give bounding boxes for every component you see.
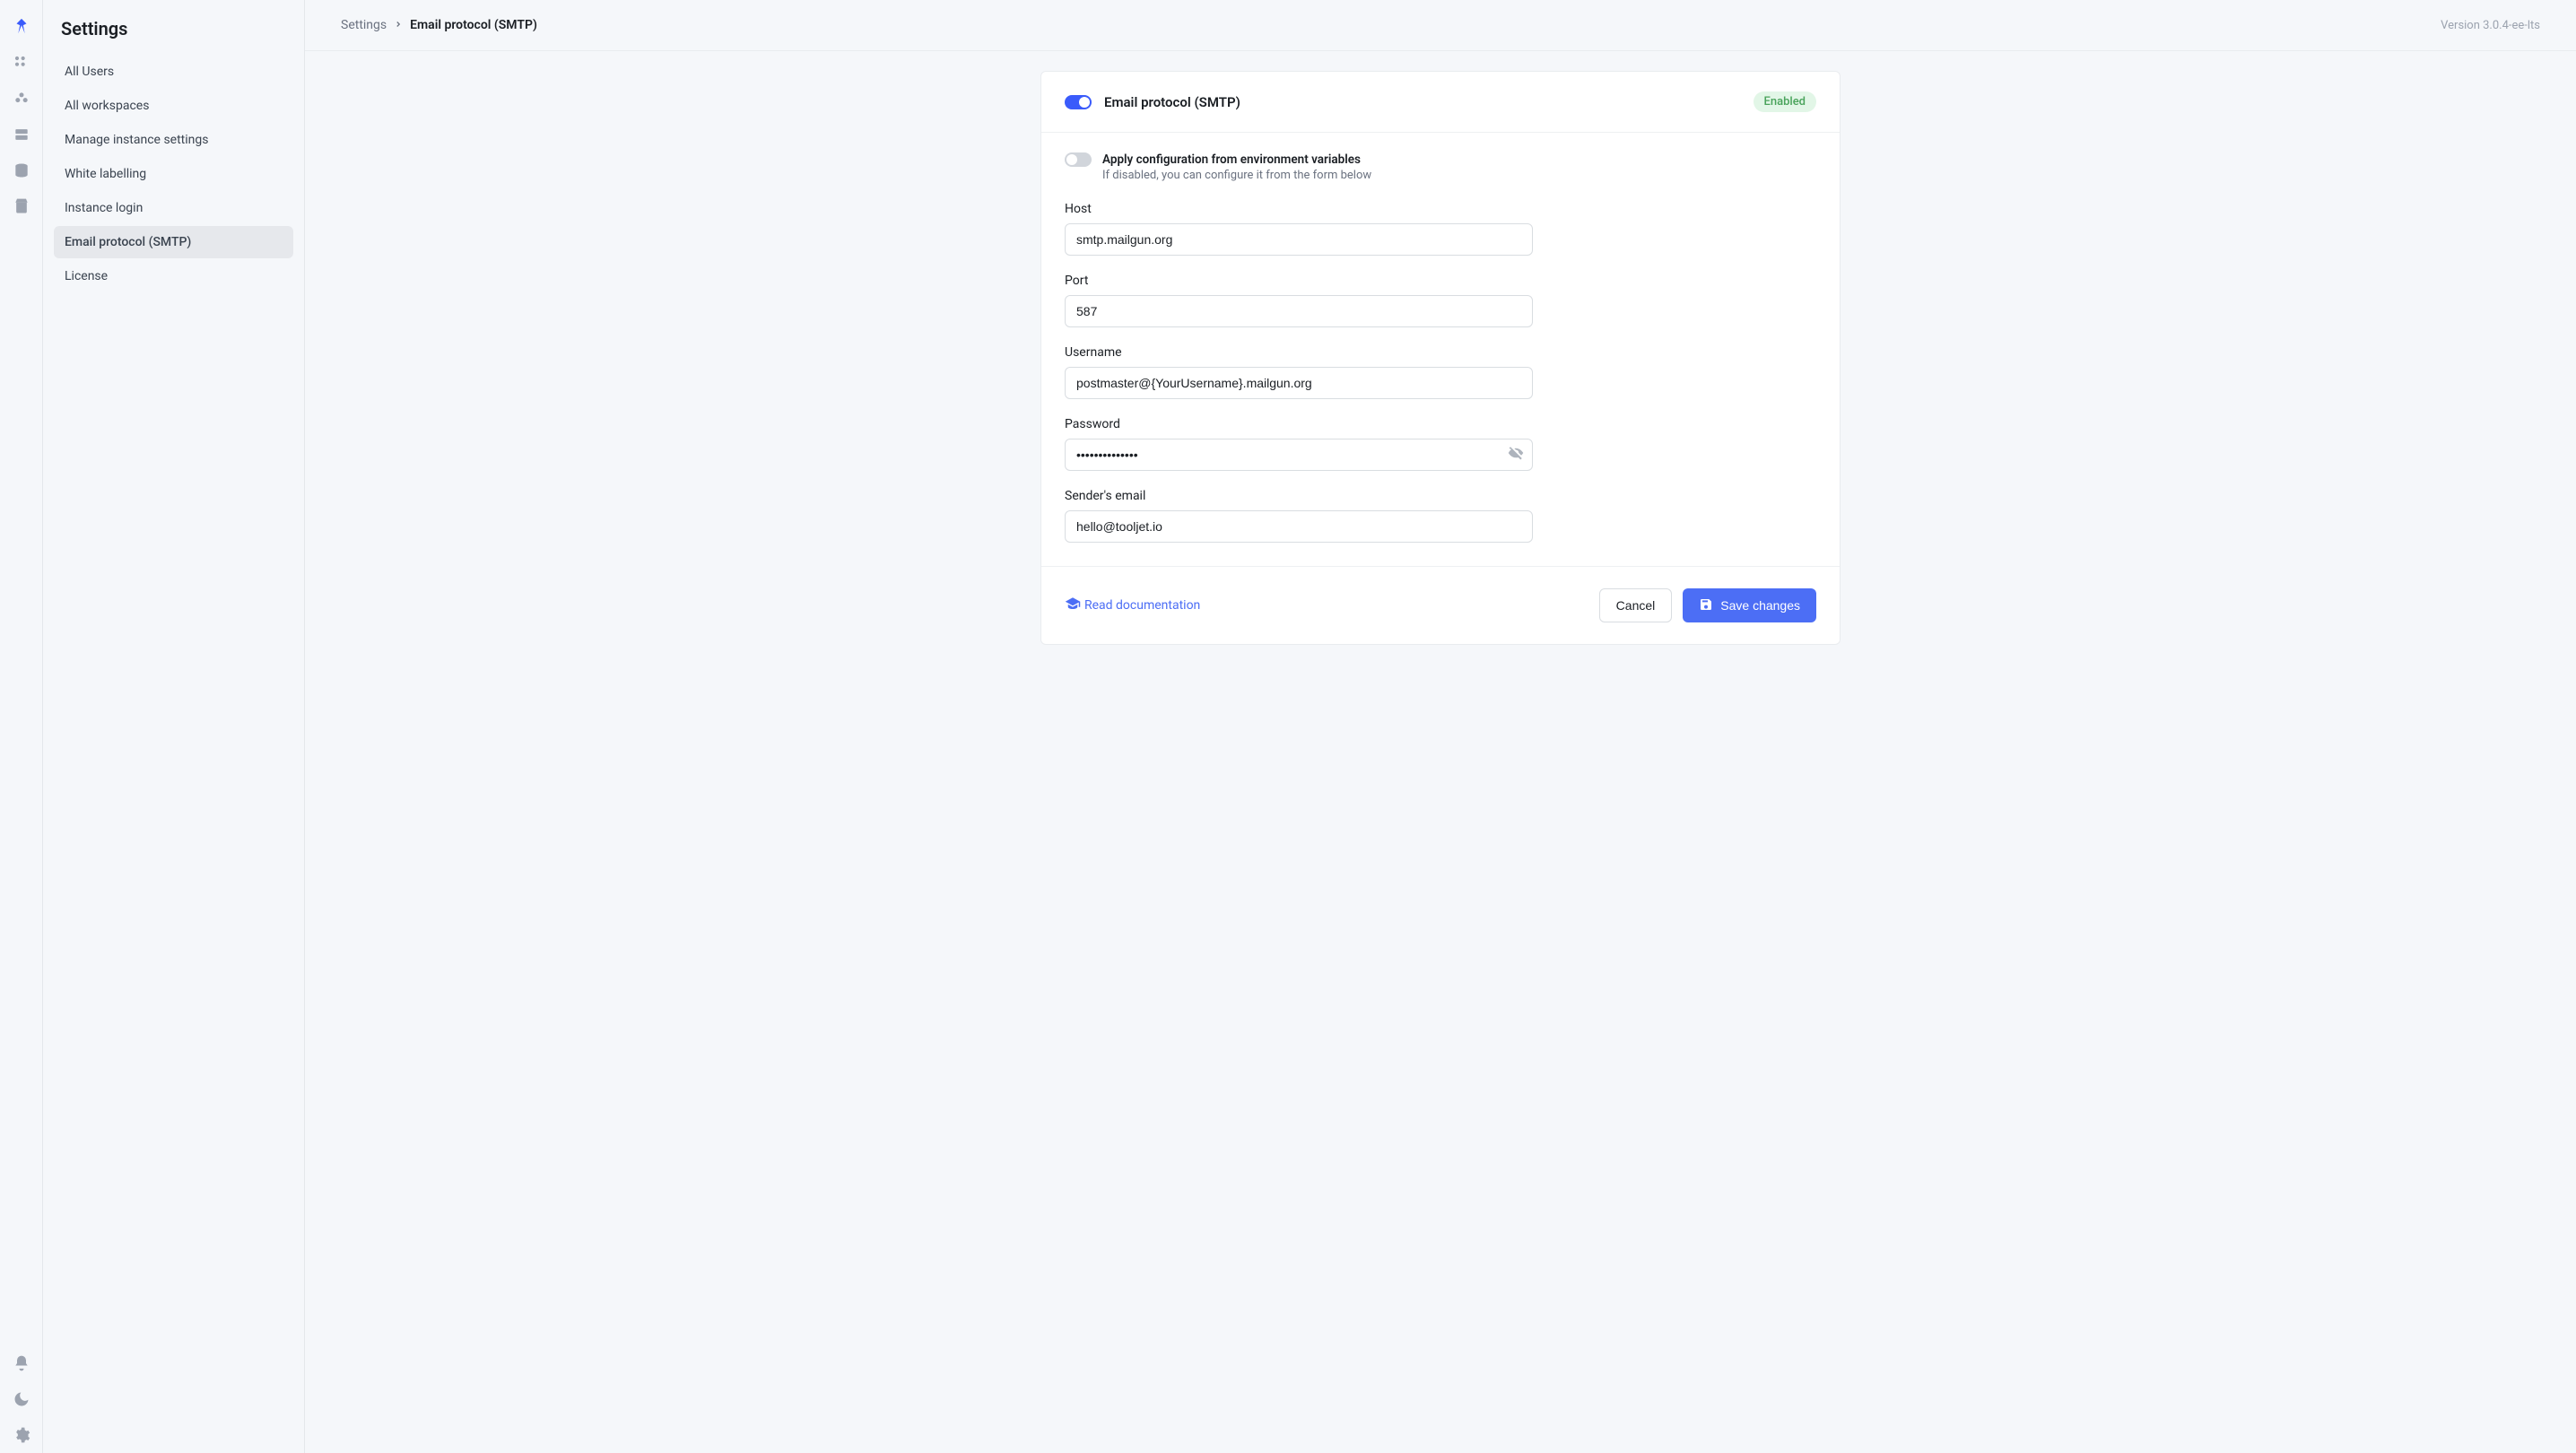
sidebar-item-instance-login[interactable]: Instance login xyxy=(54,192,293,224)
card-footer: Read documentation Cancel Save changes xyxy=(1041,566,1840,644)
workspaces-icon[interactable] xyxy=(9,86,34,111)
version-text: Version 3.0.4-ee-lts xyxy=(2441,19,2540,32)
host-label: Host xyxy=(1065,202,1533,216)
smtp-enabled-toggle[interactable] xyxy=(1065,95,1092,109)
eye-off-icon[interactable] xyxy=(1508,445,1524,465)
sidebar-item-manage-instance[interactable]: Manage instance settings xyxy=(54,124,293,156)
icon-rail xyxy=(0,0,43,1453)
sidebar-item-all-workspaces[interactable]: All workspaces xyxy=(54,90,293,122)
smtp-card: Email protocol (SMTP) Enabled Apply conf… xyxy=(1040,71,1841,645)
apps-icon[interactable] xyxy=(9,50,34,75)
port-label: Port xyxy=(1065,274,1533,288)
breadcrumb: Settings Email protocol (SMTP) xyxy=(341,18,537,32)
marketplace-icon[interactable] xyxy=(9,194,34,219)
breadcrumb-root[interactable]: Settings xyxy=(341,18,387,32)
sidebar-item-license[interactable]: License xyxy=(54,260,293,292)
notifications-icon[interactable] xyxy=(9,1351,34,1376)
port-field: Port xyxy=(1065,274,1533,327)
password-label: Password xyxy=(1065,417,1533,431)
chevron-right-icon xyxy=(394,18,403,32)
card-body: Apply configuration from environment var… xyxy=(1041,133,1840,566)
username-input[interactable] xyxy=(1065,367,1533,399)
env-config-desc: If disabled, you can configure it from t… xyxy=(1102,169,1371,182)
graduation-cap-icon xyxy=(1065,596,1081,615)
main: Settings Email protocol (SMTP) Version 3… xyxy=(305,0,2576,1453)
read-documentation-link[interactable]: Read documentation xyxy=(1065,596,1200,615)
settings-sidebar: Settings All Users All workspaces Manage… xyxy=(43,0,305,1453)
env-config-row: Apply configuration from environment var… xyxy=(1065,152,1816,182)
host-input[interactable] xyxy=(1065,223,1533,256)
port-input[interactable] xyxy=(1065,295,1533,327)
username-field: Username xyxy=(1065,345,1533,399)
sender-label: Sender's email xyxy=(1065,489,1533,503)
host-field: Host xyxy=(1065,202,1533,256)
password-input[interactable] xyxy=(1065,439,1533,471)
sender-input[interactable] xyxy=(1065,510,1533,543)
save-button[interactable]: Save changes xyxy=(1683,588,1816,622)
save-button-label: Save changes xyxy=(1720,598,1800,613)
sidebar-item-email-protocol[interactable]: Email protocol (SMTP) xyxy=(54,226,293,258)
env-config-toggle[interactable] xyxy=(1065,152,1092,167)
sidebar-item-all-users[interactable]: All Users xyxy=(54,56,293,88)
content: Email protocol (SMTP) Enabled Apply conf… xyxy=(305,51,2576,665)
doc-link-label: Read documentation xyxy=(1084,598,1200,613)
logo-icon[interactable] xyxy=(9,14,34,39)
theme-icon[interactable] xyxy=(9,1387,34,1412)
sidebar-title: Settings xyxy=(43,18,304,56)
username-label: Username xyxy=(1065,345,1533,360)
password-field: Password xyxy=(1065,417,1533,471)
env-config-title: Apply configuration from environment var… xyxy=(1102,152,1371,167)
datasource-icon[interactable] xyxy=(9,122,34,147)
save-icon xyxy=(1699,597,1713,614)
status-badge: Enabled xyxy=(1754,91,1817,112)
database-icon[interactable] xyxy=(9,158,34,183)
card-title: Email protocol (SMTP) xyxy=(1104,94,1240,110)
breadcrumbs-bar: Settings Email protocol (SMTP) Version 3… xyxy=(305,0,2576,51)
card-header: Email protocol (SMTP) Enabled xyxy=(1041,72,1840,133)
cancel-button[interactable]: Cancel xyxy=(1599,588,1673,622)
sender-field: Sender's email xyxy=(1065,489,1533,543)
breadcrumb-current: Email protocol (SMTP) xyxy=(410,18,537,32)
settings-icon[interactable] xyxy=(9,1423,34,1448)
sidebar-item-white-labelling[interactable]: White labelling xyxy=(54,158,293,190)
settings-nav: All Users All workspaces Manage instance… xyxy=(43,56,304,292)
